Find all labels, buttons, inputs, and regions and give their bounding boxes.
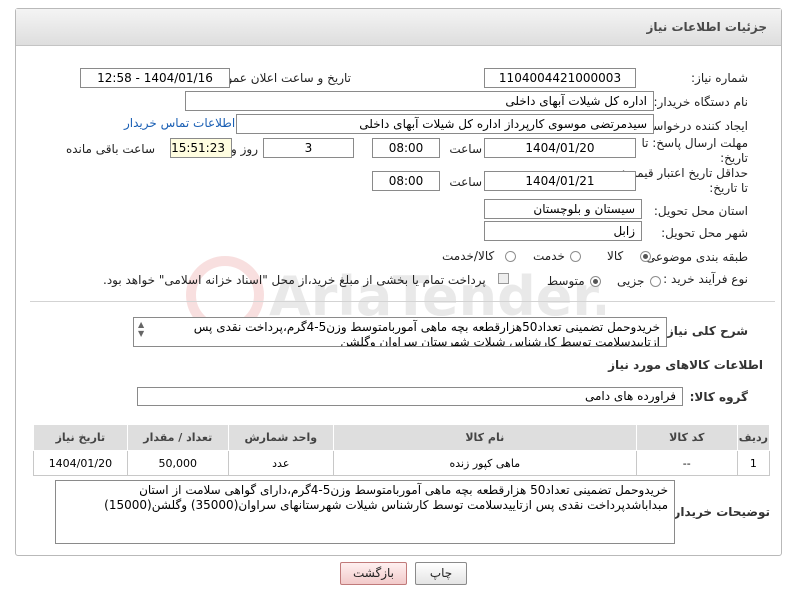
col-qty: تعداد / مقدار <box>126 424 229 451</box>
buyer-org-field[interactable]: اداره کل شیلات آبهای داخلی <box>185 91 654 111</box>
print-button[interactable]: چاپ <box>415 562 467 585</box>
col-unit: واحد شمارش <box>227 424 334 451</box>
goods-group-field[interactable]: فراورده های دامی <box>137 387 683 406</box>
province-field[interactable]: سیستان و بلوچستان <box>484 199 642 219</box>
validity-date-field[interactable]: 1404/01/21 <box>484 171 636 191</box>
category-radio-service[interactable] <box>570 251 581 262</box>
creator-label: ایجاد کننده درخواست: <box>637 119 748 133</box>
cell-date: 1404/01/20 <box>33 450 128 476</box>
goods-section-title: اطلاعات کالاهای مورد نیاز <box>608 358 763 372</box>
panel-title: جزئیات اطلاعات نیاز <box>646 20 767 34</box>
days-label: روز و <box>231 142 258 156</box>
goods-group-label: گروه کالا: <box>689 390 748 404</box>
remaining-time-field[interactable]: 15:51:23 <box>170 138 232 158</box>
col-row: ردیف <box>736 424 771 451</box>
col-code: کد کالا <box>635 424 738 451</box>
validity-label: حداقل تاریخ اعتبار قیمت: تا تاریخ: <box>621 166 748 195</box>
cell-unit: عدد <box>227 450 334 476</box>
treasury-payment-note: پرداخت تمام یا بخشی از مبلغ خرید،از محل … <box>103 273 486 287</box>
contact-info-link[interactable]: اطلاعات تماس خریدار <box>124 116 235 130</box>
city-field[interactable]: زابل <box>484 221 642 241</box>
process-label: نوع فرآیند خرید : <box>663 272 748 286</box>
process-option-partial: جزیی <box>617 274 645 288</box>
category-option-goods: کالا <box>607 249 624 263</box>
remaining-label: ساعت باقی مانده <box>65 142 155 156</box>
city-label: شهر محل تحویل: <box>661 226 748 240</box>
deadline-label: مهلت ارسال پاسخ: تا تاریخ: <box>641 136 748 165</box>
col-date: تاریخ نیاز <box>33 424 128 451</box>
buyer-notes-label: توضیحات خریدار: <box>668 505 770 519</box>
creator-field[interactable]: سیدمرتضی موسوی کارپرداز اداره کل شیلات آ… <box>236 114 654 134</box>
process-radio-partial[interactable] <box>650 276 661 287</box>
treasury-payment-checkbox[interactable] <box>498 273 509 284</box>
goods-table-header: ردیف کد کالا نام کالا واحد شمارش تعداد /… <box>33 424 771 451</box>
days-field[interactable]: 3 <box>263 138 354 158</box>
category-option-service: خدمت <box>533 249 565 263</box>
category-radio-goods-service[interactable] <box>505 251 516 262</box>
category-option-goods-service: کالا/خدمت <box>442 249 495 263</box>
cell-code: -- <box>635 450 738 476</box>
back-button[interactable]: بازگشت <box>340 562 407 585</box>
scroll-arrows-icon[interactable]: ▲ ▼ <box>138 320 144 338</box>
category-radio-goods[interactable] <box>640 251 651 262</box>
validity-time-field[interactable]: 08:00 <box>372 171 440 191</box>
need-number-field[interactable]: 1104004421000003 <box>484 68 636 88</box>
announce-field[interactable]: 1404/01/16 - 12:58 <box>80 68 230 88</box>
buyer-notes-textarea[interactable]: خریدوحمل تضمینی تعداد50 هزارقطعه بچه ماه… <box>55 480 675 544</box>
validity-time-label: ساعت <box>449 175 482 189</box>
divider <box>30 301 775 302</box>
deadline-time-field[interactable]: 08:00 <box>372 138 440 158</box>
panel-header: جزئیات اطلاعات نیاز <box>16 9 781 46</box>
category-label: طبقه بندی موضوعی: <box>641 250 748 264</box>
deadline-time-label: ساعت <box>449 142 482 156</box>
goods-table: ردیف کد کالا نام کالا واحد شمارش تعداد /… <box>33 424 771 476</box>
need-number-label: شماره نیاز: <box>691 71 748 85</box>
province-label: استان محل تحویل: <box>653 204 748 218</box>
process-option-medium: متوسط <box>547 274 585 288</box>
table-row[interactable]: 1 -- ماهی کپور زنده عدد 50,000 1404/01/2… <box>33 450 771 476</box>
description-label: شرح کلی نیاز: <box>662 324 748 338</box>
description-textarea[interactable]: خریدوحمل تضمینی تعداد50هزارقطعه بچه ماهی… <box>133 317 667 347</box>
buyer-org-label: نام دستگاه خریدار: <box>653 95 749 109</box>
col-name: نام کالا <box>332 424 637 451</box>
process-radio-medium[interactable] <box>590 276 601 287</box>
cell-name: ماهی کپور زنده <box>332 450 637 476</box>
cell-qty: 50,000 <box>126 450 229 476</box>
deadline-date-field[interactable]: 1404/01/20 <box>484 138 636 158</box>
cell-row: 1 <box>736 450 771 476</box>
